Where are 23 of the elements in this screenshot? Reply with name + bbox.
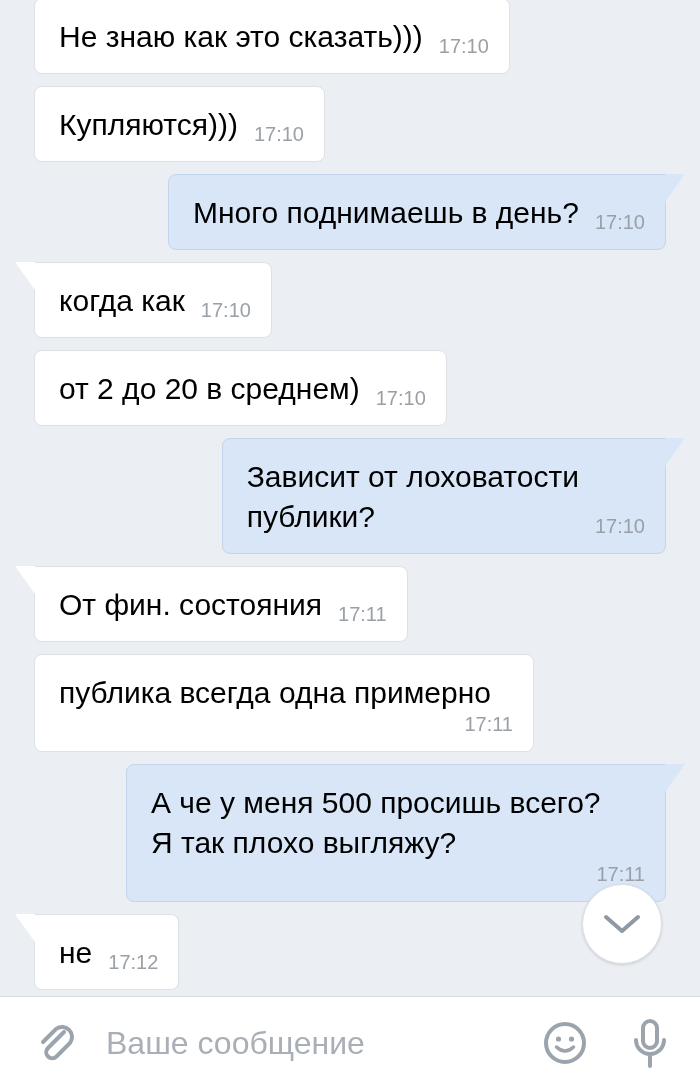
scroll-down-button[interactable] [582,884,662,964]
message-text: не [59,935,93,971]
smiley-icon[interactable] [542,1020,588,1066]
message-time: 17:12 [107,951,159,973]
message-time: 17:10 [252,123,304,145]
message-time: 17:10 [593,515,645,537]
message-time: 17:10 [437,35,489,57]
message-text: Зависит от лоховатости публики? [246,459,579,535]
message-text: Купляются))) [59,107,238,143]
message-text: от 2 до 20 в среднем) [59,371,360,407]
message-time: 17:11 [595,863,645,885]
message-text: когда как [59,283,185,319]
message-time: 17:11 [463,713,513,735]
chevron-down-icon [602,913,642,935]
message-time: 17:11 [337,603,387,625]
message-text: Много поднимаешь в день? [192,195,579,231]
message-text: А че у меня 500 просишь всего? Я так плохо выгляжу? [151,785,601,861]
message-text: публика всегда одна примерно [59,675,491,711]
message-text: Не знаю как это сказать))) [59,19,423,55]
message-time: 17:10 [593,211,645,233]
message-text: От фин. состояния [59,587,322,623]
message-time: 17:10 [374,387,426,409]
message-time: 17:10 [199,299,251,321]
